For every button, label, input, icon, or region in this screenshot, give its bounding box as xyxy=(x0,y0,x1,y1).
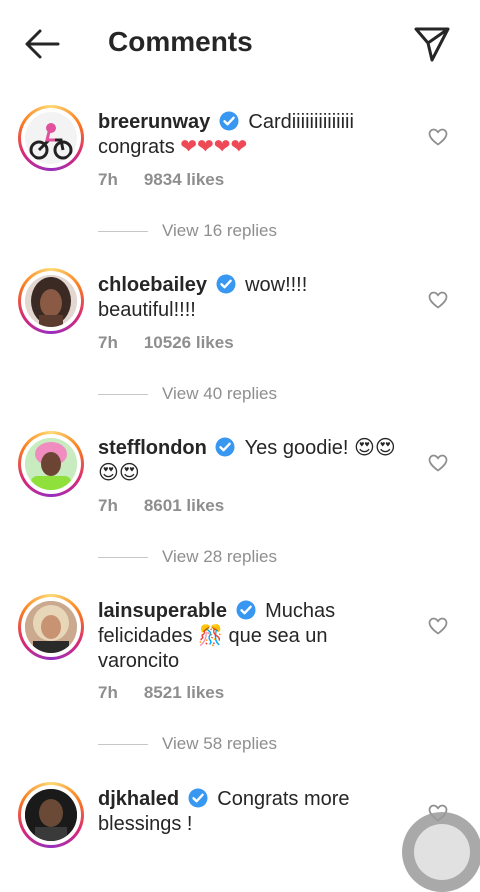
like-heart-icon[interactable] xyxy=(428,128,448,146)
comment-likes[interactable]: 8521 likes xyxy=(144,683,224,702)
avatar[interactable] xyxy=(18,431,84,497)
comment-username[interactable]: breerunway xyxy=(98,111,210,133)
verified-badge-icon xyxy=(215,437,235,457)
comment-text: djkhaled Congrats more blessings ! xyxy=(98,787,398,837)
comment-text: chloebailey wow!!!! beautiful!!!! xyxy=(98,273,398,323)
comment-meta: 7h 9834 likes xyxy=(98,170,224,190)
floating-button-inner xyxy=(414,824,470,880)
view-replies-label: View 28 replies xyxy=(162,547,277,566)
hearts-emoji: ❤❤❤❤ xyxy=(180,136,248,158)
avatar[interactable] xyxy=(18,594,84,660)
comment-username[interactable]: djkhaled xyxy=(98,788,179,810)
avatar[interactable] xyxy=(18,782,84,848)
comment-time: 7h xyxy=(98,170,118,189)
comment-body: Yes goodie! xyxy=(244,437,349,459)
replies-divider xyxy=(98,231,148,232)
comment-meta: 7h 8601 likes xyxy=(98,496,224,516)
portrait-avatar-image xyxy=(25,789,77,841)
portrait-avatar-image xyxy=(25,438,77,490)
floating-action-button[interactable] xyxy=(402,812,480,892)
comment-text: breerunway Cardiiiiiiiiiiiiii congrats ❤… xyxy=(98,110,398,160)
comment-text: stefflondon Yes goodie! 😍😍😍😍 xyxy=(98,436,398,486)
arrow-left-icon[interactable] xyxy=(22,26,62,62)
comment-username[interactable]: lainsuperable xyxy=(98,600,227,622)
comment-time: 7h xyxy=(98,496,118,515)
avatar[interactable] xyxy=(18,268,84,334)
view-replies-label: View 58 replies xyxy=(162,734,277,753)
replies-divider xyxy=(98,744,148,745)
confetti-emoji: 🎊 xyxy=(198,625,223,647)
portrait-avatar-image xyxy=(25,601,77,653)
like-heart-icon[interactable] xyxy=(428,454,448,472)
comment-meta: 7h 8521 likes xyxy=(98,683,224,703)
replies-divider xyxy=(98,394,148,395)
like-heart-icon[interactable] xyxy=(428,617,448,635)
comment-likes[interactable]: 10526 likes xyxy=(144,333,234,352)
verified-badge-icon xyxy=(188,788,208,808)
comment-likes[interactable]: 8601 likes xyxy=(144,496,224,515)
page-title: Comments xyxy=(108,26,253,57)
view-replies-label: View 40 replies xyxy=(162,384,277,403)
comment-username[interactable]: stefflondon xyxy=(98,437,207,459)
verified-badge-icon xyxy=(216,274,235,294)
comment-time: 7h xyxy=(98,333,118,352)
paper-plane-icon[interactable] xyxy=(412,24,452,64)
avatar[interactable] xyxy=(18,105,84,171)
comment-meta: 7h 10526 likes xyxy=(98,333,234,353)
comment-time: 7h xyxy=(98,683,118,702)
portrait-avatar-image xyxy=(25,275,77,327)
replies-divider xyxy=(98,557,148,558)
like-heart-icon[interactable] xyxy=(428,291,448,309)
view-replies-label: View 16 replies xyxy=(162,221,277,240)
comment-likes[interactable]: 9834 likes xyxy=(144,170,224,189)
verified-badge-icon xyxy=(236,600,255,620)
comment-text: lainsuperable Muchas felicidades 🎊 que s… xyxy=(98,599,398,674)
motorcycle-avatar-image xyxy=(29,123,73,160)
header-bar: Comments xyxy=(0,0,480,88)
comment-username[interactable]: chloebailey xyxy=(98,274,207,296)
verified-badge-icon xyxy=(219,111,239,131)
